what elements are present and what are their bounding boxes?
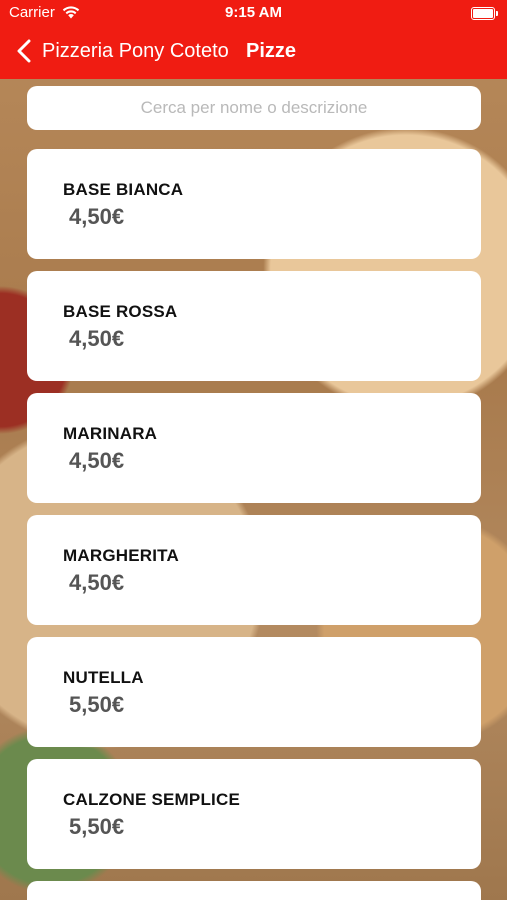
navigation-bar: Pizzeria Pony Coteto Pizze [0, 34, 507, 70]
chevron-left-icon [17, 39, 31, 63]
page-title: Pizze [246, 40, 297, 62]
header-bar: Carrier 9:15 AM Pizzeria Pony Coteto Piz… [0, 0, 507, 79]
search-input[interactable]: Cerca per nome o descrizione [27, 86, 481, 130]
list-item-partial[interactable] [27, 881, 481, 900]
item-price: 4,50€ [69, 326, 125, 351]
screen: Carrier 9:15 AM Pizzeria Pony Coteto Piz… [0, 0, 507, 900]
item-name: CALZONE SEMPLICE [63, 790, 240, 809]
list-item[interactable]: MARINARA 4,50€ [27, 393, 481, 503]
list-item[interactable]: BASE ROSSA 4,50€ [27, 271, 481, 381]
item-name: NUTELLA [63, 668, 144, 687]
back-label[interactable]: Pizzeria Pony Coteto [42, 40, 229, 63]
back-button[interactable] [10, 37, 38, 65]
status-bar: Carrier 9:15 AM [0, 4, 507, 26]
battery-icon [471, 7, 498, 20]
item-name: BASE ROSSA [63, 302, 178, 321]
item-price: 4,50€ [69, 204, 125, 229]
status-time: 9:15 AM [225, 4, 282, 21]
item-price: 4,50€ [69, 570, 125, 595]
item-name: BASE BIANCA [63, 180, 184, 199]
list-item[interactable]: CALZONE SEMPLICE 5,50€ [27, 759, 481, 869]
list-item[interactable]: MARGHERITA 4,50€ [27, 515, 481, 625]
item-price: 4,50€ [69, 448, 125, 473]
item-price: 5,50€ [69, 692, 125, 717]
item-price: 5,50€ [69, 814, 125, 839]
search-placeholder: Cerca per nome o descrizione [140, 98, 368, 117]
item-name: MARINARA [63, 424, 158, 443]
list-item[interactable]: NUTELLA 5,50€ [27, 637, 481, 747]
item-name: MARGHERITA [63, 546, 179, 565]
list-item[interactable]: BASE BIANCA 4,50€ [27, 149, 481, 259]
